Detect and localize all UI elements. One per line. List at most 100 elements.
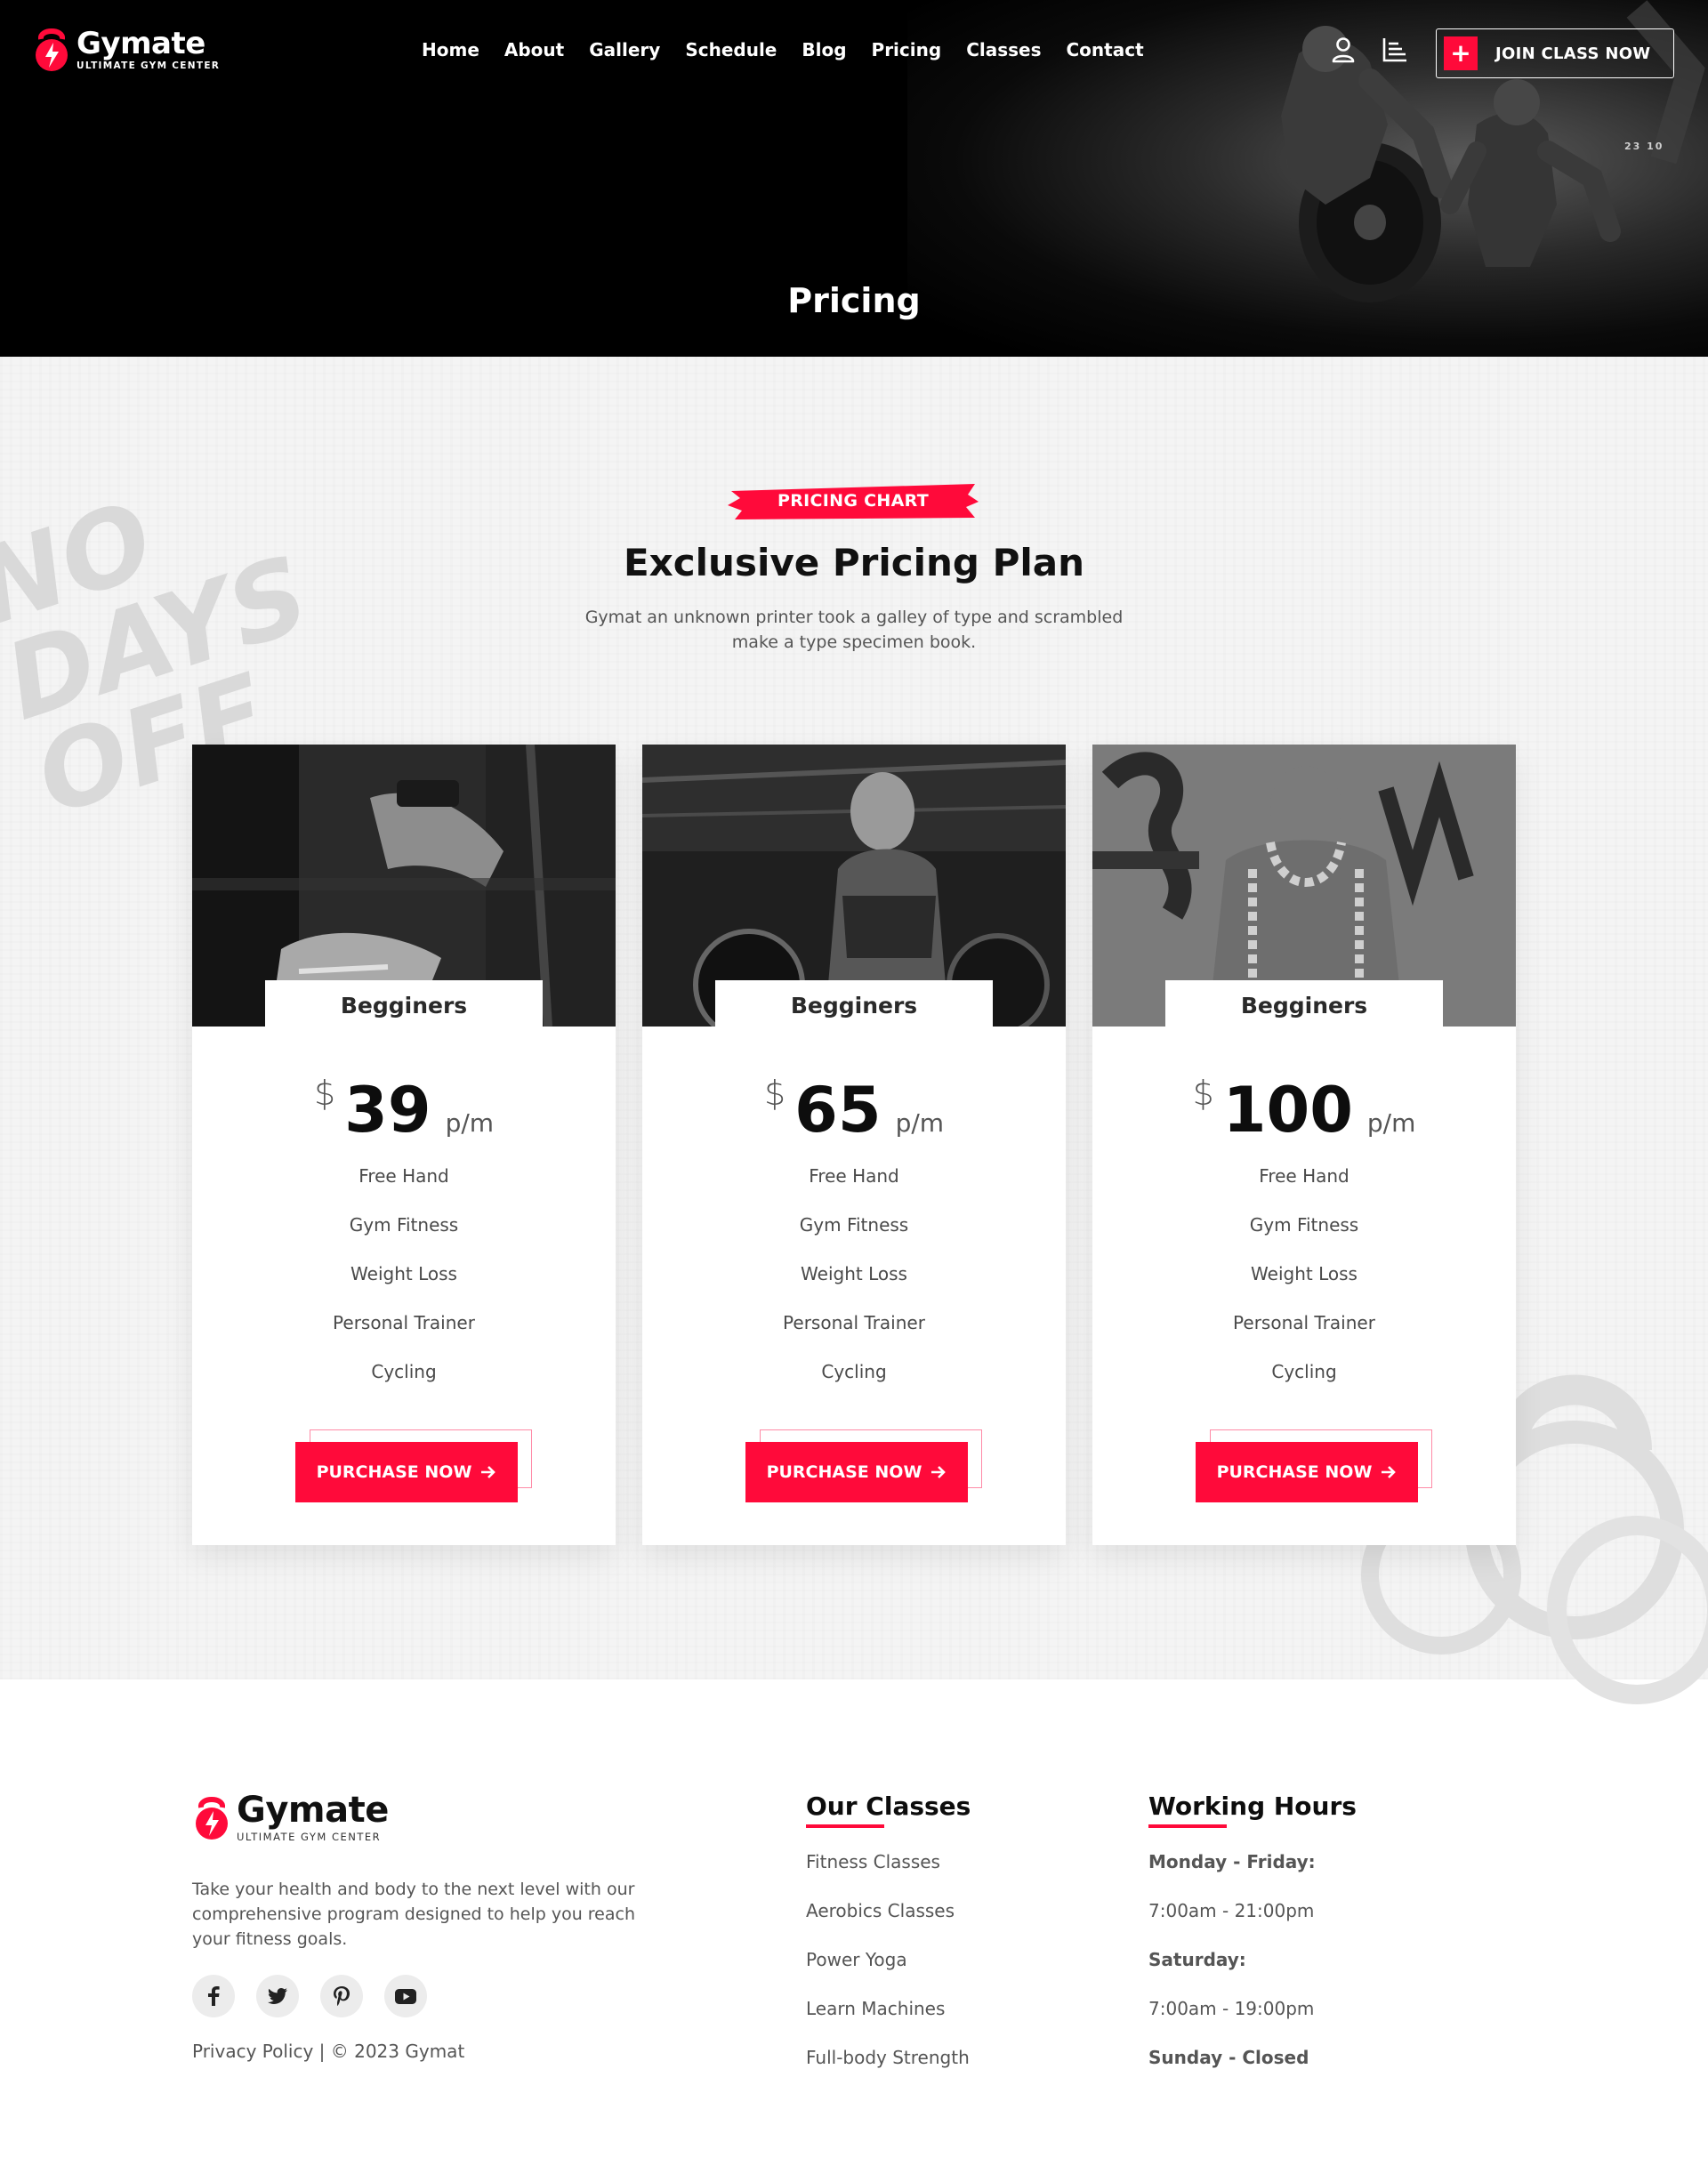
- feature-item: Free Hand: [359, 1165, 449, 1187]
- pinterest-icon[interactable]: [320, 1975, 363, 2017]
- purchase-button-wrap: PURCHASE NOW: [295, 1429, 536, 1502]
- header-icons: [1329, 36, 1409, 64]
- footer-classes-column: Our Classes Fitness Classes Aerobics Cla…: [806, 1791, 971, 2094]
- feature-item: Personal Trainer: [1233, 1312, 1375, 1333]
- arrow-right-icon: [1382, 1466, 1397, 1478]
- feature-item: Cycling: [821, 1361, 887, 1382]
- arrow-right-icon: [481, 1466, 496, 1478]
- footer-brand-name: Gymate: [237, 1790, 389, 1831]
- feature-list: Free Hand Gym Fitness Weight Loss Person…: [192, 1163, 616, 1407]
- twitter-icon[interactable]: [256, 1975, 299, 2017]
- footer-class-link[interactable]: Fitness Classes: [806, 1849, 971, 1898]
- plus-icon: +: [1444, 36, 1478, 70]
- hours-day: Sunday - Closed: [1148, 2047, 1309, 2068]
- feature-item: Free Hand: [809, 1165, 899, 1187]
- price-period: p/m: [895, 1108, 945, 1138]
- join-class-button[interactable]: + JOIN CLASS NOW: [1436, 28, 1674, 78]
- hours-day: Monday - Friday:: [1148, 1851, 1316, 1872]
- join-class-label: JOIN CLASS NOW: [1495, 44, 1651, 63]
- currency-symbol: $: [763, 1074, 786, 1113]
- hours-day: Saturday:: [1148, 1949, 1246, 1970]
- nav-item-about[interactable]: About: [504, 39, 564, 60]
- feature-item: Gym Fitness: [799, 1214, 909, 1236]
- facebook-icon[interactable]: [192, 1975, 235, 2017]
- kettlebell-logo-icon: [196, 1796, 228, 1840]
- nav-item-gallery[interactable]: Gallery: [589, 39, 660, 60]
- copyright-text[interactable]: Privacy Policy | © 2023 Gymat: [192, 2041, 464, 2062]
- purchase-button-wrap: PURCHASE NOW: [745, 1429, 986, 1502]
- price-amount: 65: [794, 1074, 882, 1147]
- price-amount: 39: [344, 1074, 431, 1147]
- price-period: p/m: [1366, 1108, 1416, 1138]
- footer-brand-tagline: ULTIMATE GYM CENTER: [237, 1831, 382, 1843]
- feature-item: Cycling: [1271, 1361, 1337, 1382]
- plan-price: $39 p/m: [192, 1074, 616, 1147]
- arrow-right-icon: [931, 1466, 947, 1478]
- footer-class-link[interactable]: Aerobics Classes: [806, 1898, 971, 1947]
- classes-list: Fitness Classes Aerobics Classes Power Y…: [806, 1849, 971, 2094]
- nav-item-classes[interactable]: Classes: [966, 39, 1041, 60]
- plan-price: $65 p/m: [642, 1074, 1066, 1147]
- feature-list: Free Hand Gym Fitness Weight Loss Person…: [1092, 1163, 1516, 1407]
- plan-name: Begginers: [1165, 980, 1443, 1030]
- purchase-button-wrap: PURCHASE NOW: [1196, 1429, 1436, 1502]
- feature-item: Weight Loss: [801, 1263, 907, 1284]
- youtube-icon[interactable]: [384, 1975, 427, 2017]
- footer-logo[interactable]: Gymate ULTIMATE GYM CENTER: [192, 1792, 389, 1843]
- hero-header: Gymate ULTIMATE GYM CENTER Home About Ga…: [0, 0, 1708, 357]
- currency-symbol: $: [313, 1074, 336, 1113]
- purchase-now-button[interactable]: PURCHASE NOW: [1196, 1442, 1418, 1502]
- price-amount: 100: [1222, 1074, 1353, 1147]
- pricing-chart-chip: PRICING CHART: [726, 480, 980, 521]
- feature-item: Weight Loss: [1251, 1263, 1358, 1284]
- purchase-now-button[interactable]: PURCHASE NOW: [295, 1442, 518, 1502]
- nav-item-schedule[interactable]: Schedule: [685, 39, 777, 60]
- pricing-card: Begginers $39 p/m Free Hand Gym Fitness W…: [192, 745, 616, 1545]
- chart-menu-icon[interactable]: [1381, 36, 1409, 64]
- social-links: [192, 1975, 427, 2017]
- section-subtitle: Gymat an unknown printer took a galley o…: [584, 608, 1124, 652]
- hours-time: 7:00am - 21:00pm: [1148, 1900, 1315, 1921]
- feature-item: Personal Trainer: [783, 1312, 925, 1333]
- user-icon[interactable]: [1329, 36, 1358, 64]
- footer-hours-title: Working Hours: [1148, 1791, 1357, 1821]
- purchase-now-label: PURCHASE NOW: [766, 1462, 922, 1482]
- price-period: p/m: [445, 1108, 495, 1138]
- title-underline: [806, 1824, 884, 1828]
- nav-item-pricing[interactable]: Pricing: [872, 39, 942, 60]
- page-title: Pricing: [787, 281, 921, 320]
- feature-item: Gym Fitness: [349, 1214, 459, 1236]
- footer-class-link[interactable]: Full-body Strength: [806, 2045, 971, 2094]
- hero-badge: 23 10: [1624, 141, 1664, 152]
- hours-time: 7:00am - 19:00pm: [1148, 1998, 1315, 2019]
- brand-name: Gymate: [77, 26, 205, 61]
- kettlebell-logo-icon: [36, 28, 68, 71]
- section-title: Exclusive Pricing Plan: [623, 541, 1085, 584]
- feature-list: Free Hand Gym Fitness Weight Loss Person…: [642, 1163, 1066, 1407]
- feature-item: Free Hand: [1259, 1165, 1349, 1187]
- purchase-now-label: PURCHASE NOW: [1216, 1462, 1373, 1482]
- plan-price: $100 p/m: [1092, 1074, 1516, 1147]
- purchase-now-button[interactable]: PURCHASE NOW: [745, 1442, 968, 1502]
- nav-item-contact[interactable]: Contact: [1067, 39, 1144, 60]
- nav-item-blog[interactable]: Blog: [802, 39, 846, 60]
- footer-class-link[interactable]: Power Yoga: [806, 1947, 971, 1996]
- feature-item: Weight Loss: [350, 1263, 457, 1284]
- brand-tagline: ULTIMATE GYM CENTER: [77, 60, 221, 71]
- footer-hours-column: Working Hours Monday - Friday: 7:00am - …: [1148, 1791, 1357, 2094]
- feature-item: Gym Fitness: [1249, 1214, 1359, 1236]
- feature-item: Personal Trainer: [333, 1312, 475, 1333]
- pricing-card: Begginers $100 p/m Free Hand Gym Fitness …: [1092, 745, 1516, 1545]
- nav-item-home[interactable]: Home: [422, 39, 479, 60]
- plan-name: Begginers: [715, 980, 993, 1030]
- pricing-chart-label: PRICING CHART: [777, 491, 929, 511]
- footer-about-text: Take your health and body to the next le…: [192, 1880, 635, 1949]
- purchase-now-label: PURCHASE NOW: [316, 1462, 472, 1482]
- plan-name: Begginers: [265, 980, 543, 1030]
- footer-classes-title: Our Classes: [806, 1791, 971, 1821]
- footer-class-link[interactable]: Learn Machines: [806, 1996, 971, 2045]
- main-nav: Home About Gallery Schedule Blog Pricing…: [422, 39, 1144, 60]
- feature-item: Cycling: [371, 1361, 437, 1382]
- site-logo[interactable]: Gymate ULTIMATE GYM CENTER: [32, 25, 220, 75]
- pricing-card: Begginers $65 p/m Free Hand Gym Fitness W…: [642, 745, 1066, 1545]
